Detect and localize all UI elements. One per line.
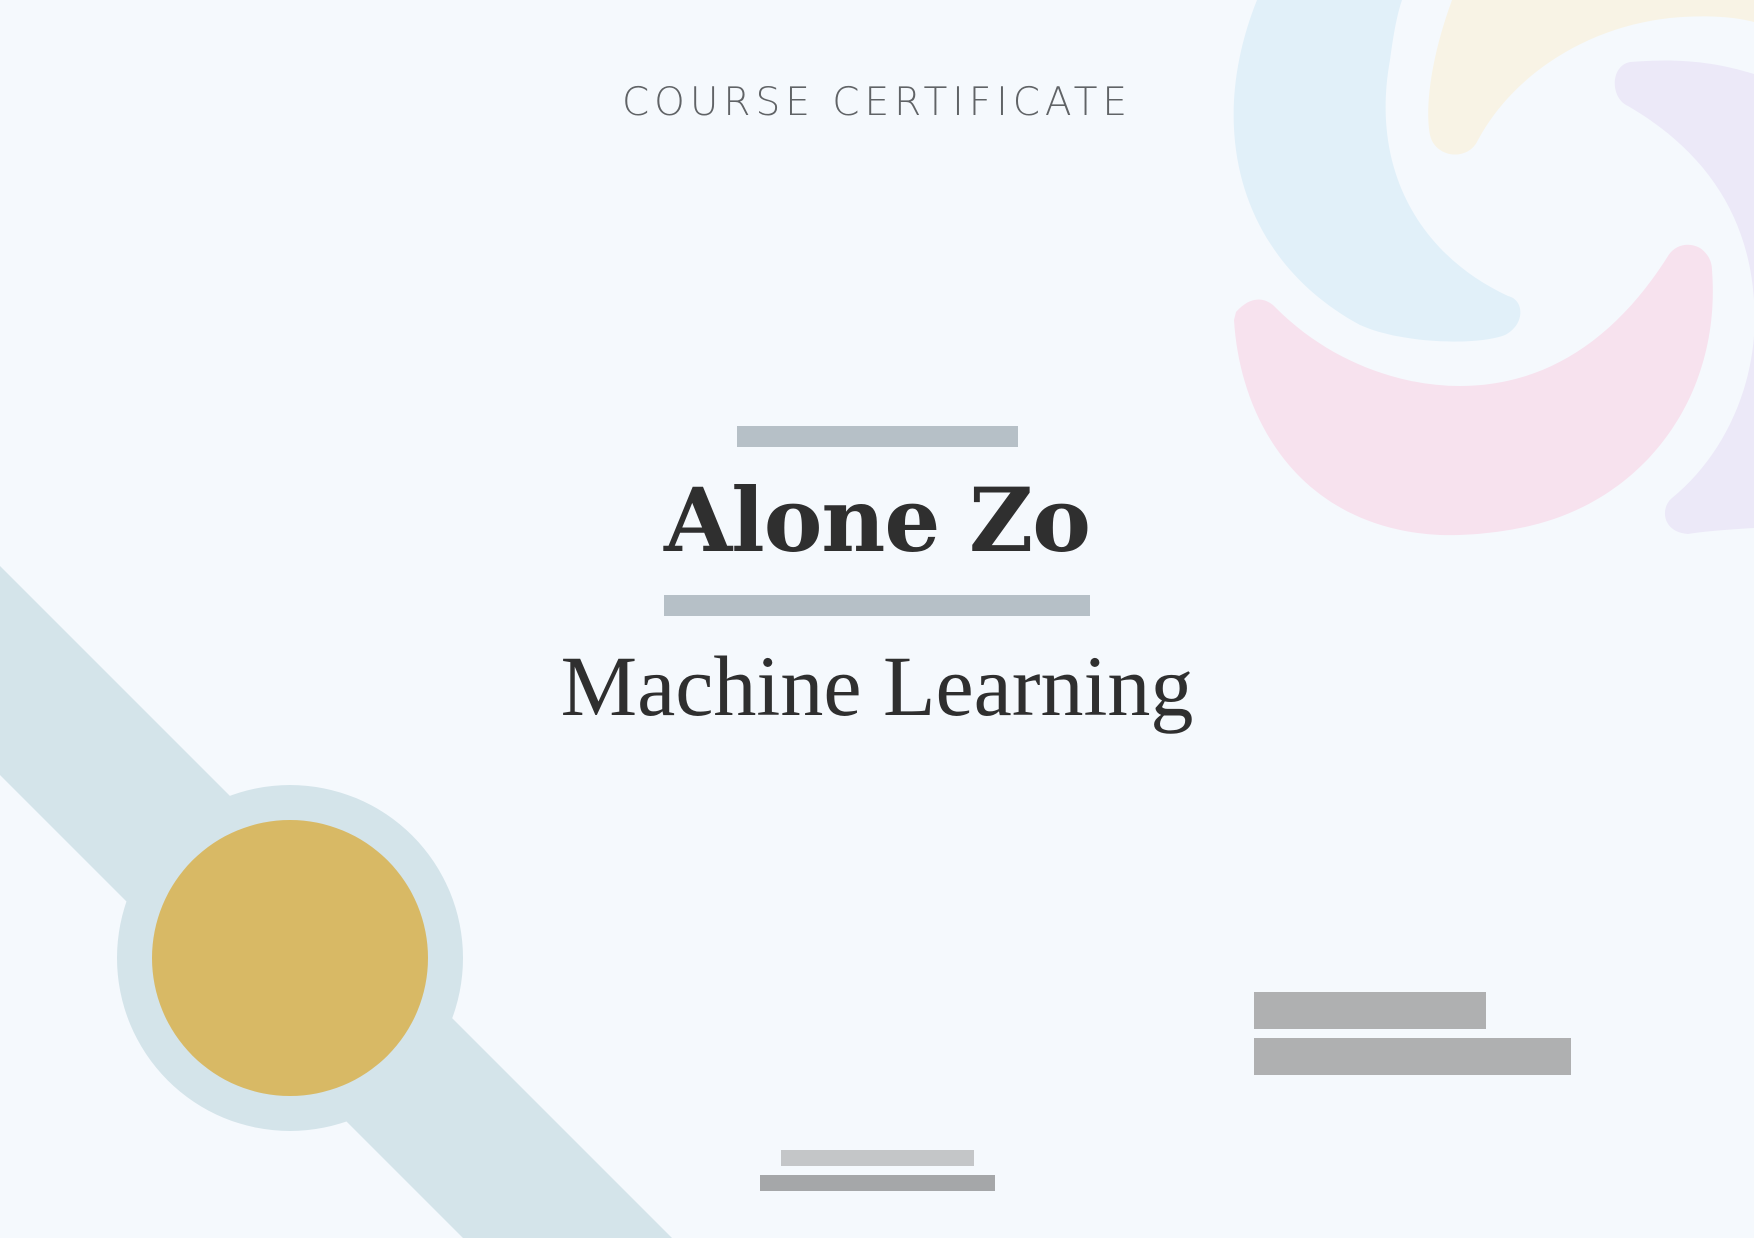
signature-name-bar bbox=[1254, 992, 1486, 1029]
placeholder-bar-middle bbox=[664, 595, 1090, 616]
placeholder-bar-top bbox=[737, 426, 1018, 447]
course-title: Machine Learning bbox=[560, 638, 1194, 734]
award-seal-icon bbox=[117, 785, 463, 1131]
footer-bar-bottom bbox=[760, 1175, 995, 1191]
certificate-heading: COURSE CERTIFICATE bbox=[621, 80, 1133, 125]
footer-bar-top bbox=[781, 1150, 974, 1166]
signature-title-bar bbox=[1254, 1038, 1571, 1075]
recipient-name: Alone Zo bbox=[664, 468, 1091, 572]
certificate-page: COURSE CERTIFICATE Alone Zo Machine Lear… bbox=[0, 0, 1754, 1238]
